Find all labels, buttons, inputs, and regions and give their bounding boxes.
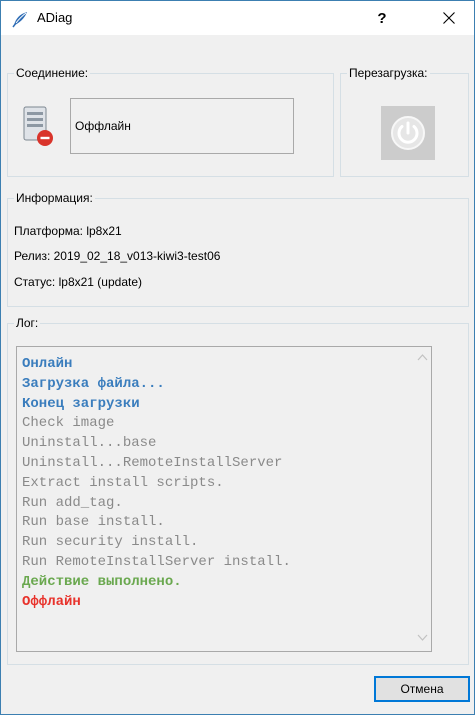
scroll-down-icon[interactable] <box>417 634 428 642</box>
log-line: Run security install. <box>22 534 199 551</box>
status-text: Статус: lp8x21 (update) <box>14 275 142 289</box>
title-bar: ADiag ? <box>1 1 474 35</box>
log-group: Лог: Онлайн Загрузка файла... Конец загруз… <box>7 316 469 665</box>
log-line: Онлайн <box>22 356 73 372</box>
log-line: Uninstall...RemoteInstallServer <box>22 454 283 471</box>
platform-text: Платформа: lp8x21 <box>14 224 122 238</box>
log-line: Конец загрузки <box>22 395 140 412</box>
log-line: Check image <box>22 415 115 432</box>
log-group-label: Лог: <box>14 316 41 330</box>
reboot-group: Перезагрузка: <box>340 66 469 177</box>
server-offline-icon <box>23 106 53 146</box>
close-icon <box>443 12 455 24</box>
log-line: Run base install. <box>22 514 165 531</box>
connection-status-text: Оффлайн <box>75 119 131 133</box>
log-line: Оффлайн <box>22 593 81 610</box>
log-scrollbar[interactable] <box>414 347 431 651</box>
power-icon <box>391 116 425 150</box>
cancel-button[interactable]: Отмена <box>374 676 470 702</box>
info-group: Информация: Платформа: lp8x21 Релиз: 201… <box>7 191 469 307</box>
adiag-dialog: ADiag ? Соединение: Оффлайн Перезагрузка… <box>0 0 475 715</box>
log-textarea[interactable]: Онлайн Загрузка файла... Конец загрузки Che… <box>16 346 432 652</box>
reboot-group-label: Перезагрузка: <box>347 66 430 80</box>
log-line: Extract install scripts. <box>22 474 224 491</box>
app-feather-icon <box>12 12 27 28</box>
close-button[interactable] <box>426 3 472 33</box>
connection-status-field: Оффлайн <box>70 98 294 154</box>
reboot-button[interactable] <box>381 106 435 160</box>
log-line: Run RemoteInstallServer install. <box>22 553 291 570</box>
log-line: Uninstall...base <box>22 435 157 452</box>
window-title: ADiag <box>37 10 73 25</box>
log-line: Действие выполнено. <box>22 573 182 590</box>
log-lines: Онлайн Загрузка файла... Конец загрузки Che… <box>22 355 291 612</box>
info-group-label: Информация: <box>14 191 95 205</box>
connection-group-label: Соединение: <box>14 66 91 80</box>
scroll-up-icon[interactable] <box>417 353 428 361</box>
release-text: Релиз: 2019_02_18_v013-kiwi3-test06 <box>14 249 221 263</box>
log-line: Загрузка файла... <box>22 375 165 392</box>
log-line: Run add_tag. <box>22 494 123 511</box>
connection-group: Соединение: Оффлайн <box>7 66 334 177</box>
help-button[interactable]: ? <box>359 3 405 33</box>
